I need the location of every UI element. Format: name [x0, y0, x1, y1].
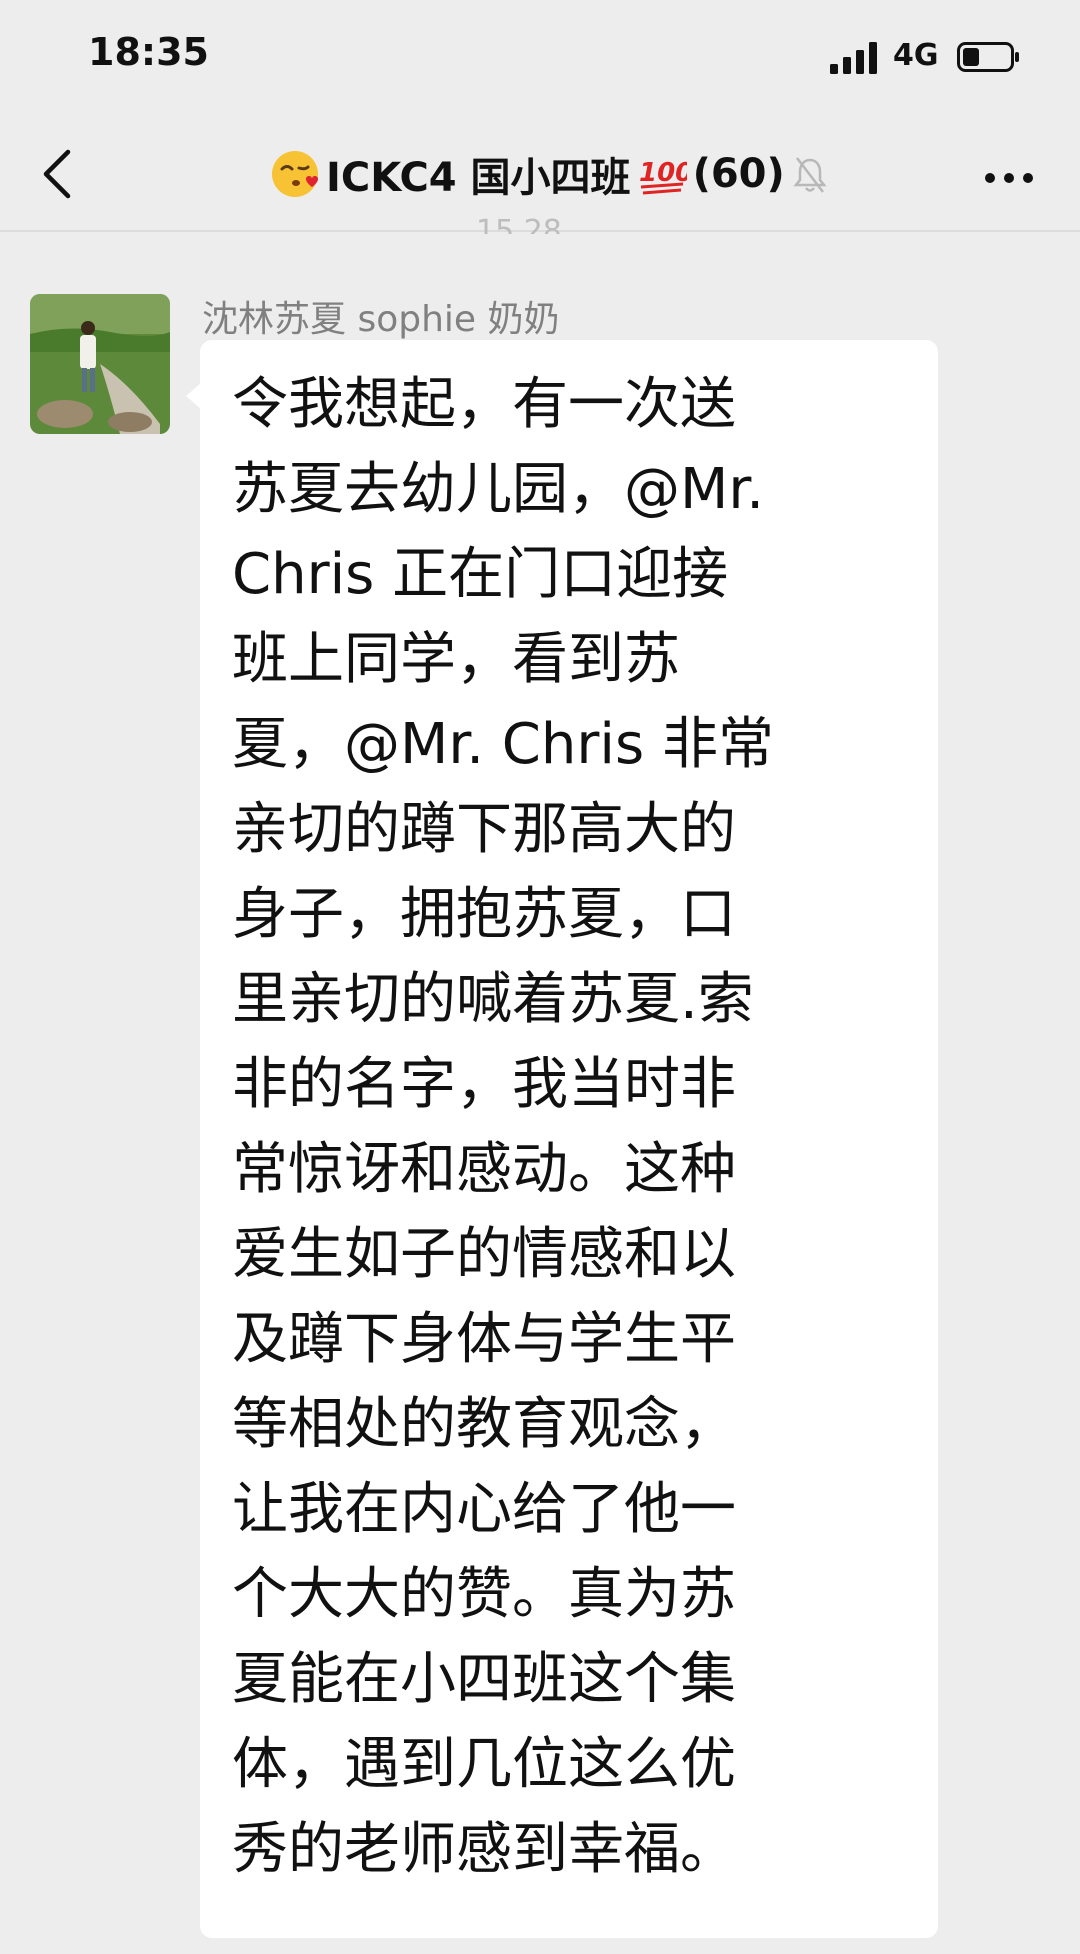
message-line: 等相处的教育观念，	[232, 1392, 736, 1457]
sender-name: 沈林苏夏 sophie 奶奶	[202, 299, 560, 340]
message-line: 夏，@Mr. Chris 非常	[232, 712, 774, 777]
message-text: 令我想起，有一次送 苏夏去幼儿园，@Mr. Chris 正在门口迎接 班上同学，…	[232, 362, 912, 1892]
message-line: 爱生如子的情感和以	[232, 1222, 736, 1287]
chat-screen: 18:35 4G ICKC4 国小四班 10 (60) 15 28 沈林苏夏 s…	[0, 0, 1080, 1954]
message-line: 里亲切的喊着苏夏.索	[232, 967, 754, 1032]
back-arrow-icon[interactable]	[38, 148, 74, 200]
battery-icon	[957, 42, 1019, 72]
message-line: 个大大的赞。真为苏	[232, 1562, 736, 1627]
message-line: 亲切的蹲下那高大的	[232, 797, 736, 862]
more-dots-icon[interactable]	[984, 172, 1034, 184]
message-line: 夏能在小四班这个集	[232, 1647, 736, 1712]
message-line: 常惊讶和感动。这种	[232, 1137, 736, 1202]
sender-avatar[interactable]	[30, 294, 170, 434]
chat-title-text: ICKC4 国小四班	[326, 155, 631, 201]
kissing-face-emoji-icon	[272, 151, 318, 197]
message-line: 非的名字，我当时非	[232, 1052, 736, 1117]
network-type: 4G	[893, 38, 939, 73]
message-line: 令我想起，有一次送	[232, 372, 736, 437]
message-line: 苏夏去幼儿园，@Mr.	[232, 457, 764, 522]
message-line: 让我在内心给了他一	[232, 1477, 736, 1542]
message-timestamp: 15 28	[476, 214, 562, 234]
message-line: 班上同学，看到苏	[232, 627, 680, 692]
message-line: 体，遇到几位这么优	[232, 1732, 736, 1797]
message-line: Chris 正在门口迎接	[232, 542, 729, 607]
chat-title[interactable]: ICKC4 国小四班 100 (60)	[270, 142, 827, 206]
message-line: 及蹲下身体与学生平	[232, 1307, 736, 1372]
status-time: 18:35	[88, 30, 209, 74]
hundred-points-emoji-icon: 100	[639, 158, 687, 195]
signal-strength-icon	[830, 42, 877, 74]
member-count: (60)	[692, 151, 785, 197]
message-bubble[interactable]: 令我想起，有一次送 苏夏去幼儿园，@Mr. Chris 正在门口迎接 班上同学，…	[200, 340, 938, 1938]
message-line: 秀的老师感到幸福。	[232, 1817, 736, 1882]
status-bar: 18:35 4G	[0, 0, 1080, 120]
message-line: 身子，拥抱苏夏，口	[232, 882, 736, 947]
bell-muted-icon	[793, 157, 827, 193]
